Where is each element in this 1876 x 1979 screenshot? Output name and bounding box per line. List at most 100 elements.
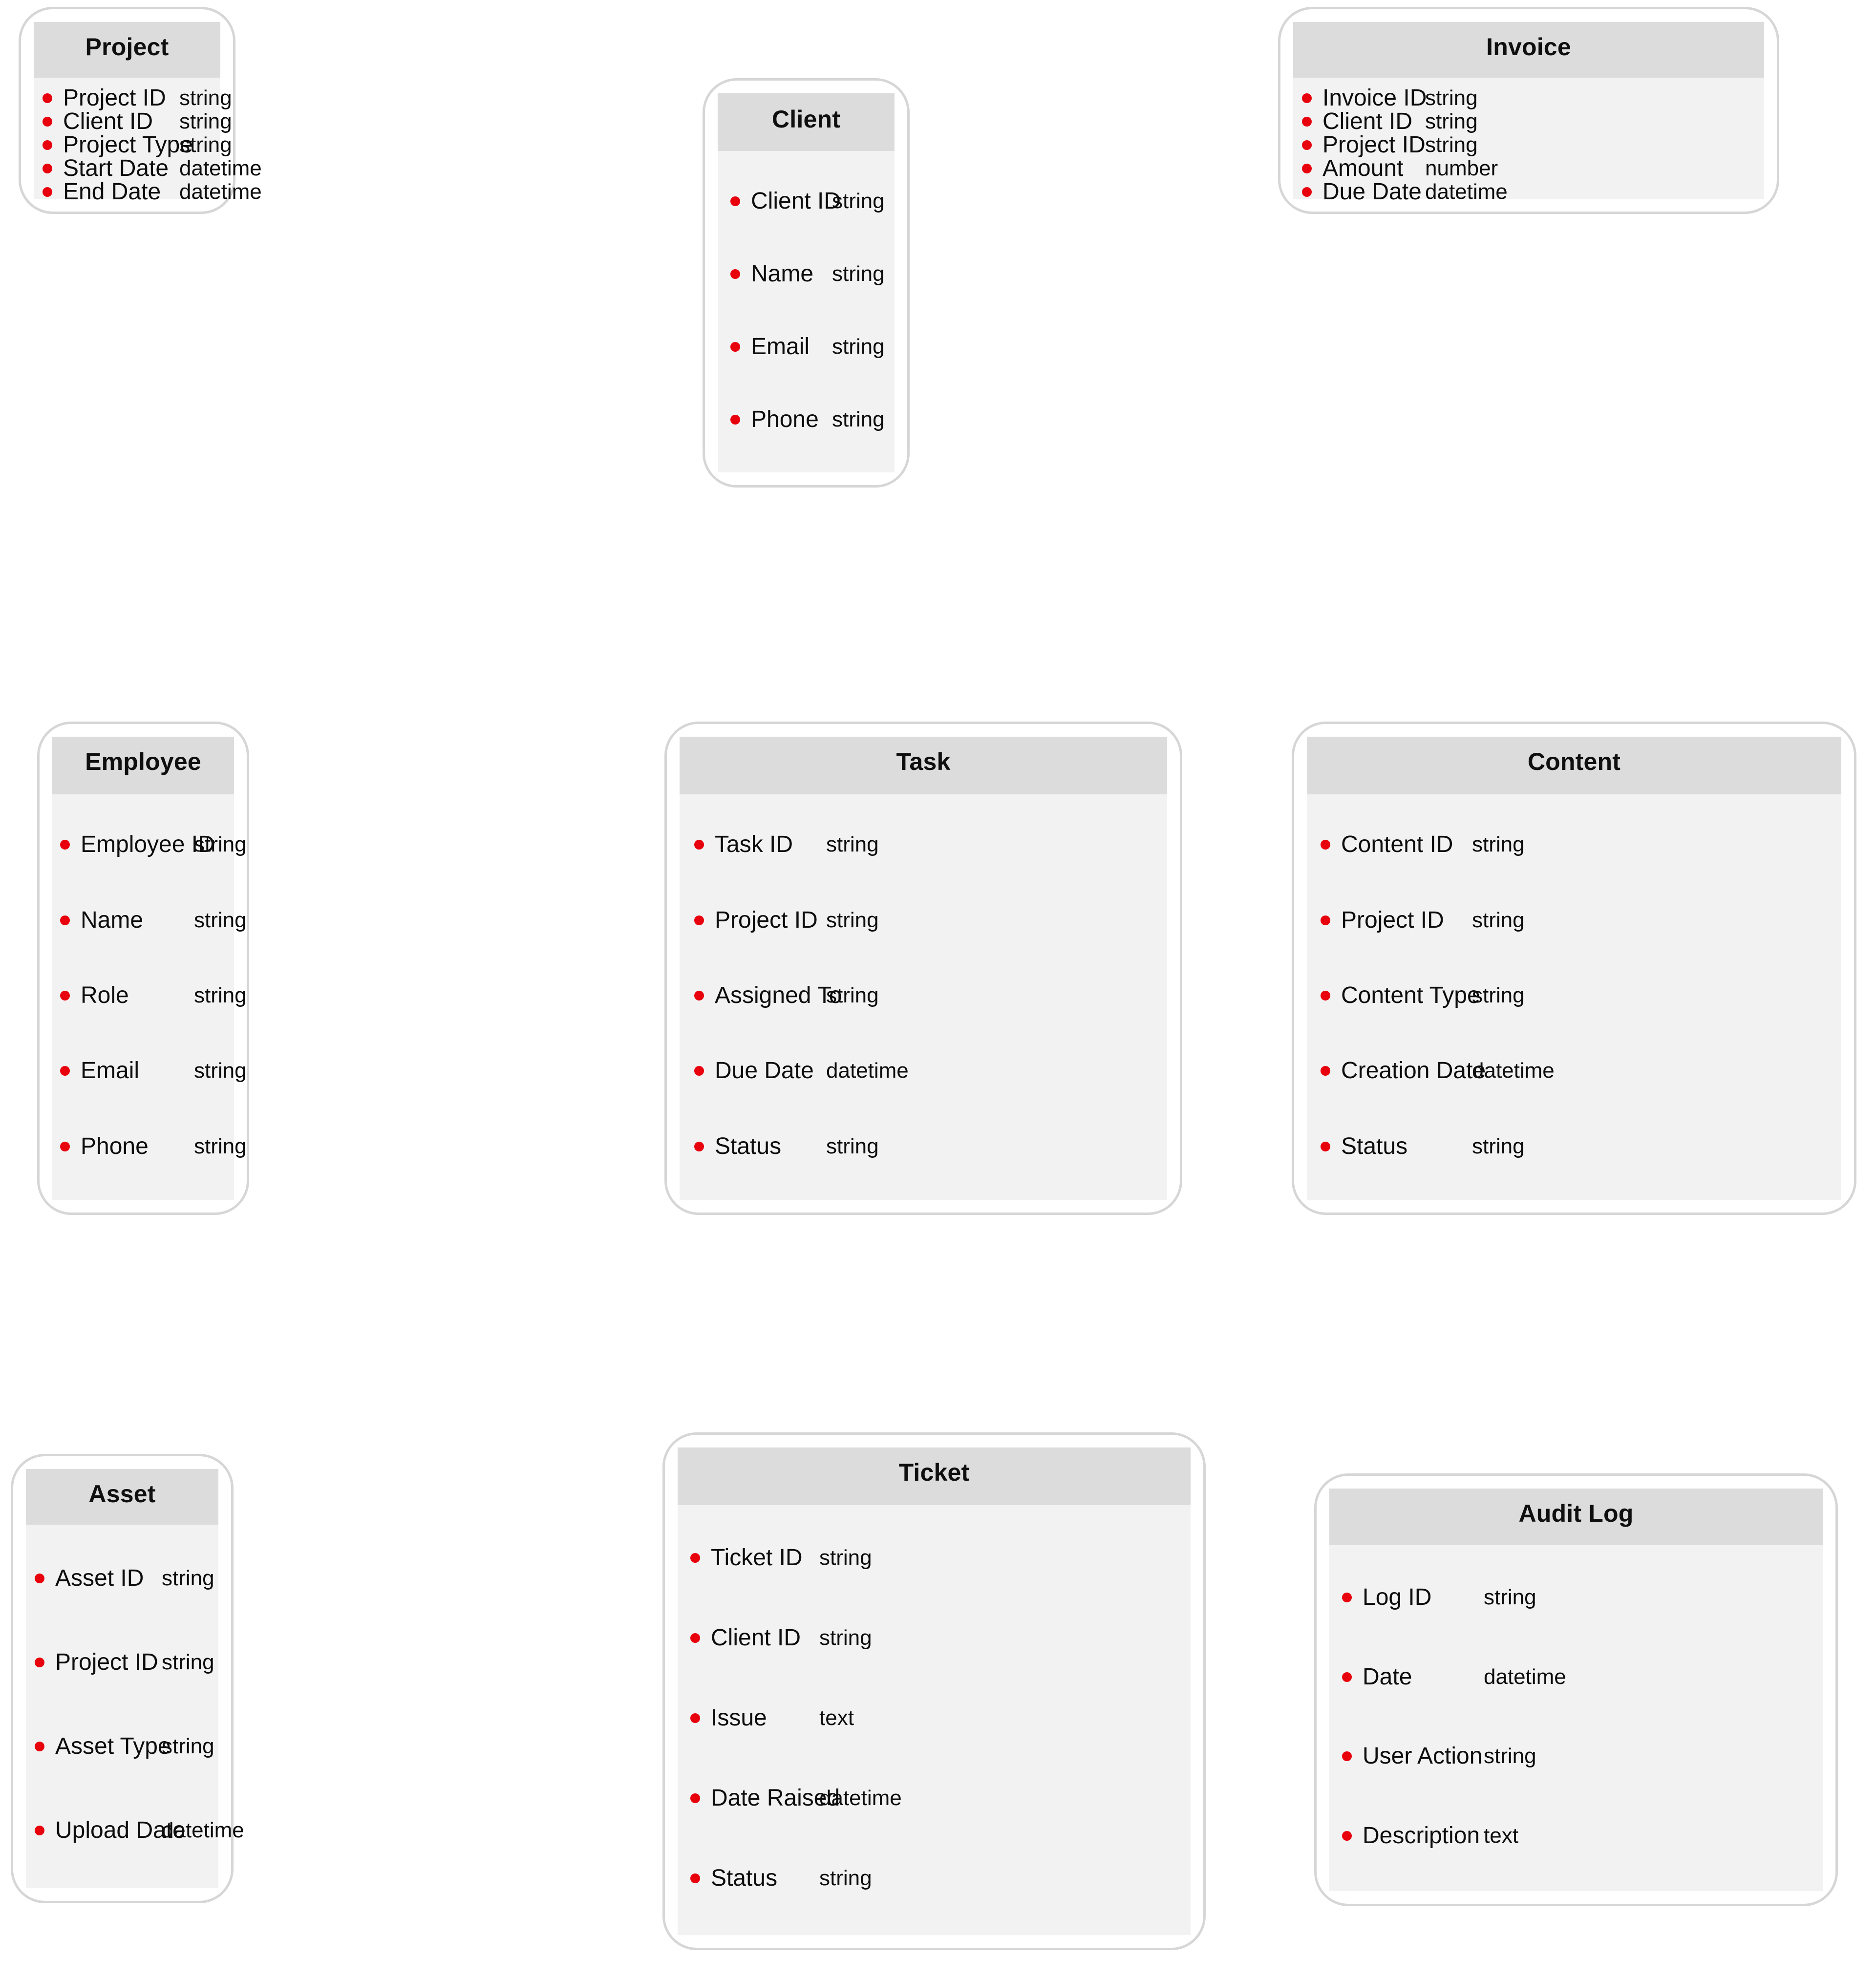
field-type: string bbox=[179, 133, 232, 157]
field-name: Amount bbox=[1322, 155, 1404, 181]
entity-field-row[interactable]: Project Type string bbox=[34, 133, 232, 157]
entity-header-client: Client bbox=[718, 93, 895, 151]
entity-field-list-asset: Asset ID string Project ID string Asset … bbox=[26, 1525, 244, 1888]
field-bullet-icon bbox=[1321, 1066, 1330, 1076]
entity-field-row[interactable]: Upload Date datetime bbox=[26, 1819, 244, 1842]
field-type: datetime bbox=[1484, 1664, 1566, 1689]
field-bullet-icon bbox=[694, 1141, 704, 1151]
field-name: Start Date bbox=[63, 155, 169, 181]
field-bullet-icon bbox=[1342, 1672, 1352, 1682]
entity-field-row[interactable]: Name string bbox=[718, 262, 895, 286]
entity-field-row[interactable]: Client ID string bbox=[678, 1626, 1191, 1650]
field-bullet-icon bbox=[690, 1793, 700, 1803]
entity-field-row[interactable]: Content ID string bbox=[1307, 833, 1841, 856]
entity-field-row[interactable]: Amount number bbox=[1293, 157, 1764, 180]
entity-field-row[interactable]: Employee ID string bbox=[52, 833, 247, 856]
field-bullet-icon bbox=[60, 1066, 70, 1076]
field-name: Asset Type bbox=[55, 1733, 171, 1759]
field-name: Client ID bbox=[751, 188, 841, 214]
field-type: string bbox=[194, 1059, 247, 1083]
entity-field-row[interactable]: Status string bbox=[1307, 1133, 1841, 1159]
entity-field-row[interactable]: Project ID string bbox=[34, 86, 232, 110]
field-name: Email bbox=[81, 1058, 140, 1084]
entity-card-content[interactable]: Content Content ID string Project ID str… bbox=[1292, 722, 1856, 1215]
entity-field-row[interactable]: Assigned To string bbox=[680, 983, 1167, 1007]
entity-field-row[interactable]: Date Raised datetime bbox=[678, 1787, 1191, 1810]
entity-panel: Client Client ID string Name string Emai… bbox=[718, 93, 895, 472]
entity-field-row[interactable]: Name string bbox=[52, 908, 247, 932]
field-name: Ticket ID bbox=[711, 1545, 803, 1571]
entity-field-row[interactable]: Status string bbox=[678, 1867, 1191, 1890]
entity-field-row[interactable]: Email string bbox=[718, 335, 895, 359]
entity-title: Content bbox=[1527, 748, 1621, 775]
entity-field-row[interactable]: Status string bbox=[680, 1134, 1167, 1158]
entity-card-project[interactable]: Project Project ID string Client ID stri… bbox=[19, 7, 262, 214]
entity-field-row[interactable]: Asset ID string bbox=[26, 1567, 218, 1590]
entity-title: Client bbox=[771, 106, 841, 133]
entity-header-invoice: Invoice bbox=[1293, 22, 1764, 78]
entity-field-list-invoice: Invoice ID string Client ID string Proje… bbox=[1293, 78, 1764, 204]
field-bullet-icon bbox=[60, 990, 70, 1000]
entity-panel: Ticket Ticket ID string Client ID string… bbox=[678, 1447, 1191, 1935]
entity-field-row[interactable]: Role string bbox=[52, 983, 247, 1007]
field-type: string bbox=[1472, 1134, 1525, 1158]
entity-field-row[interactable]: Ticket ID string bbox=[678, 1546, 1191, 1570]
field-name: Date Raised bbox=[711, 1785, 840, 1811]
field-type: string bbox=[1472, 983, 1525, 1007]
entity-field-row[interactable]: Phone string bbox=[52, 1134, 247, 1158]
entity-field-row[interactable]: Task ID string bbox=[680, 833, 1167, 856]
entity-field-list-project: Project ID string Client ID string Proje… bbox=[34, 78, 262, 204]
entity-field-row[interactable]: Project ID string bbox=[680, 907, 1167, 933]
entity-field-row[interactable]: Client ID string bbox=[718, 188, 895, 214]
field-name: Status bbox=[1341, 1133, 1408, 1159]
entity-field-row[interactable]: Due Date datetime bbox=[1293, 180, 1764, 204]
entity-field-row[interactable]: Project ID string bbox=[26, 1651, 218, 1674]
entity-field-row[interactable]: Due Date datetime bbox=[680, 1059, 1167, 1083]
entity-card-client[interactable]: Client Client ID string Name string Emai… bbox=[703, 78, 910, 488]
entity-field-row[interactable]: Creation Date datetime bbox=[1307, 1059, 1841, 1083]
field-type: string bbox=[819, 1626, 872, 1650]
field-bullet-icon bbox=[690, 1553, 700, 1563]
entity-panel: Project Project ID string Client ID stri… bbox=[34, 22, 262, 204]
entity-field-row[interactable]: Client ID string bbox=[34, 110, 232, 133]
field-type: text bbox=[1484, 1823, 1518, 1848]
entity-field-list-content: Content ID string Project ID string Cont… bbox=[1307, 794, 1841, 1200]
field-name: Client ID bbox=[1322, 108, 1413, 134]
field-name: End Date bbox=[63, 179, 161, 205]
entity-field-row[interactable]: Invoice ID string bbox=[1293, 86, 1764, 110]
entity-field-row[interactable]: Date datetime bbox=[1329, 1665, 1823, 1689]
field-bullet-icon bbox=[1342, 1751, 1352, 1762]
entity-title: Project bbox=[85, 33, 169, 61]
entity-field-row[interactable]: Content Type string bbox=[1307, 983, 1841, 1007]
entity-field-row[interactable]: End Date datetime bbox=[34, 179, 262, 205]
field-bullet-icon bbox=[35, 1658, 44, 1667]
entity-field-row[interactable]: Issue text bbox=[678, 1706, 1191, 1730]
entity-card-asset[interactable]: Asset Asset ID string Project ID string … bbox=[11, 1454, 244, 1903]
field-type: string bbox=[832, 407, 885, 431]
field-type: string bbox=[826, 832, 879, 857]
entity-field-row[interactable]: Description text bbox=[1329, 1824, 1823, 1848]
entity-field-row[interactable]: Start Date datetime bbox=[34, 155, 262, 181]
entity-field-row[interactable]: Email string bbox=[52, 1058, 247, 1084]
field-bullet-icon bbox=[694, 840, 704, 850]
entity-card-task[interactable]: Task Task ID string Project ID string As… bbox=[664, 722, 1182, 1215]
field-bullet-icon bbox=[730, 341, 740, 352]
entity-card-employee[interactable]: Employee Employee ID string Name string … bbox=[37, 722, 249, 1215]
entity-field-row[interactable]: Log ID string bbox=[1329, 1586, 1823, 1609]
field-name: Project ID bbox=[715, 907, 818, 933]
entity-card-invoice[interactable]: Invoice Invoice ID string Client ID stri… bbox=[1278, 7, 1779, 214]
field-name: Email bbox=[751, 333, 810, 360]
entity-field-row[interactable]: Client ID string bbox=[1293, 110, 1764, 133]
entity-card-ticket[interactable]: Ticket Ticket ID string Client ID string… bbox=[662, 1432, 1206, 1950]
entity-field-row[interactable]: Asset Type string bbox=[26, 1735, 218, 1758]
entity-field-row[interactable]: User Action string bbox=[1329, 1745, 1823, 1768]
entity-field-row[interactable]: Project ID string bbox=[1293, 133, 1764, 157]
entity-field-row[interactable]: Phone string bbox=[718, 407, 895, 431]
entity-panel: Content Content ID string Project ID str… bbox=[1307, 737, 1841, 1200]
field-bullet-icon bbox=[694, 915, 704, 925]
entity-header-asset: Asset bbox=[26, 1469, 218, 1525]
entity-header-audit-log: Audit Log bbox=[1329, 1489, 1823, 1545]
entity-field-row[interactable]: Project ID string bbox=[1307, 908, 1841, 932]
field-type: string bbox=[162, 1650, 214, 1674]
entity-card-audit-log[interactable]: Audit Log Log ID string Date datetime Us… bbox=[1314, 1473, 1838, 1906]
